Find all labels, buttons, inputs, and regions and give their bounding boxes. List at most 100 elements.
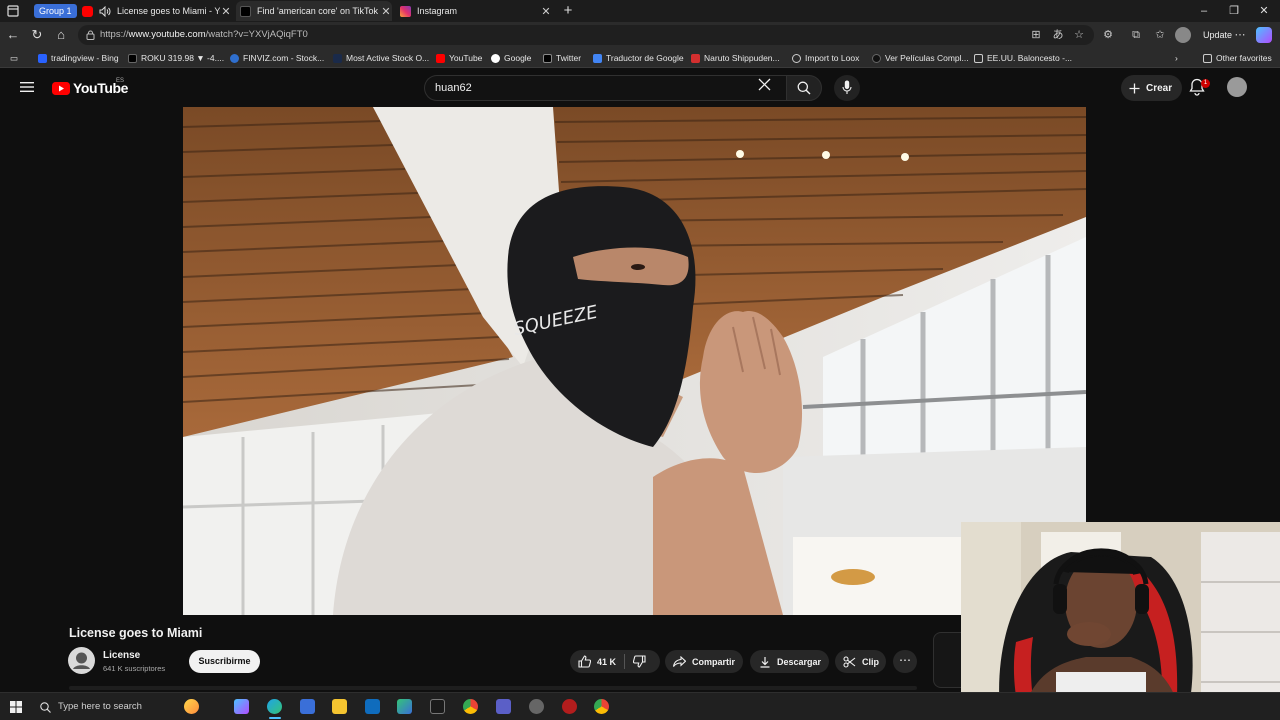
more-actions-button[interactable]: ⋯: [893, 650, 917, 673]
home-button[interactable]: ⌂: [53, 27, 69, 43]
tab-close-icon[interactable]: ✕: [380, 5, 392, 18]
refresh-button[interactable]: ↻: [29, 27, 45, 43]
folder-icon: [1203, 53, 1212, 63]
extensions-icon[interactable]: ⚙: [1100, 27, 1116, 43]
subscribe-button[interactable]: Suscribirme: [189, 650, 260, 673]
bookmark-roku[interactable]: ROKU 319.98 ▼ -4....: [128, 52, 224, 64]
bookmark-baloncesto[interactable]: EE.UU. Baloncesto -...: [974, 52, 1072, 64]
copilot-icon[interactable]: [234, 699, 249, 714]
split-screen-icon[interactable]: ⧉: [1128, 27, 1144, 43]
other-favorites[interactable]: Other favorites: [1203, 52, 1272, 64]
share-button[interactable]: Compartir: [665, 650, 743, 673]
account-avatar[interactable]: [1227, 77, 1247, 97]
tab-group-chip[interactable]: Group 1: [34, 4, 77, 18]
share-label: Compartir: [692, 656, 736, 667]
streaming-site-icon: [691, 53, 700, 63]
more-menu-icon[interactable]: ⋯: [1232, 27, 1248, 43]
bookmark-twitter[interactable]: Twitter: [543, 52, 581, 64]
read-aloud-icon[interactable]: あ: [1050, 27, 1066, 43]
windows-taskbar: Type here to search: [0, 692, 1280, 720]
tab-title: Instagram: [417, 6, 458, 16]
minimize-button[interactable]: –: [1194, 3, 1214, 19]
finviz-icon: [230, 53, 239, 63]
bookmark-peliculas[interactable]: Ver Películas Compl...: [872, 52, 969, 64]
clip-label: Clip: [862, 656, 879, 667]
region-code: ES: [116, 78, 125, 84]
window-menu-icon[interactable]: [6, 4, 20, 18]
tab-title: License goes to Miami - You: [117, 6, 220, 16]
hamburger-menu-icon[interactable]: [20, 81, 34, 93]
dislike-button[interactable]: [633, 655, 652, 668]
plus-icon: [1129, 83, 1140, 93]
bookmarks-bar: ▭ tradingview - Bing ROKU 319.98 ▼ -4...…: [0, 48, 1280, 68]
address-input[interactable]: https://www.youtube.com/watch?v=YXVjAQiq…: [78, 25, 1094, 45]
file-explorer-icon[interactable]: [332, 699, 347, 714]
search-highlight-icon[interactable]: [184, 699, 199, 714]
chrome-icon-2[interactable]: [594, 699, 609, 714]
bookmark-translate[interactable]: Traductor de Google: [593, 52, 684, 64]
bookmark-naruto[interactable]: Naruto Shippuden...: [691, 52, 780, 64]
like-button[interactable]: 41 K: [578, 655, 616, 668]
bookmark-youtube[interactable]: YouTube: [436, 52, 482, 64]
channel-name[interactable]: License: [103, 650, 140, 661]
download-button[interactable]: Descargar: [750, 650, 829, 673]
instagram-favicon-icon: [400, 5, 411, 17]
bookmark-tradingview[interactable]: tradingview - Bing: [38, 52, 119, 64]
windows-start-icon[interactable]: [10, 701, 22, 713]
search-icon: [40, 702, 51, 713]
tab-close-icon[interactable]: ✕: [540, 5, 552, 18]
bookmark-google[interactable]: Google: [491, 52, 531, 64]
favorites-icon[interactable]: ✩: [1152, 27, 1168, 43]
copilot-icon[interactable]: [1256, 27, 1272, 43]
recorder-icon[interactable]: [562, 699, 577, 714]
close-window-button[interactable]: ✕: [1254, 3, 1274, 19]
tab-close-icon[interactable]: ✕: [220, 5, 232, 18]
page-icon: [974, 53, 983, 63]
create-button[interactable]: Crear: [1121, 75, 1183, 101]
restore-button[interactable]: ❐: [1224, 3, 1244, 19]
favorite-star-icon[interactable]: ☆: [1071, 27, 1087, 43]
speaker-icon[interactable]: [99, 5, 111, 17]
webcam-frame: [961, 522, 1280, 720]
edge-browser-icon[interactable]: [267, 699, 282, 714]
calculator-icon[interactable]: [496, 699, 511, 714]
store-icon[interactable]: [300, 699, 315, 714]
profile-avatar-icon[interactable]: [1175, 27, 1191, 43]
back-button[interactable]: ←: [5, 27, 21, 43]
bookmark-finviz[interactable]: FINVIZ.com - Stock...: [230, 52, 324, 64]
app-available-icon[interactable]: ⊞: [1028, 27, 1044, 43]
lock-icon[interactable]: [86, 30, 95, 40]
search-input[interactable]: huan62: [424, 75, 786, 101]
clip-button[interactable]: Clip: [835, 650, 886, 673]
subscriber-count: 641 K suscriptores: [103, 664, 166, 673]
video-player[interactable]: SQUEEZE: [183, 107, 1086, 615]
bookmarks-toggle-icon[interactable]: ▭: [10, 52, 18, 64]
widgets-icon[interactable]: [397, 699, 412, 714]
sidebar-card[interactable]: [933, 632, 961, 688]
active-app-indicator: [269, 717, 281, 719]
tab-youtube[interactable]: License goes to Miami - You ✕: [78, 1, 232, 21]
chevron-right-icon[interactable]: ›: [1175, 52, 1178, 64]
voice-search-button[interactable]: [834, 75, 860, 101]
bookmark-most-active[interactable]: Most Active Stock O...: [333, 52, 429, 64]
clear-search-icon[interactable]: [758, 78, 771, 91]
chrome-icon[interactable]: [463, 699, 478, 714]
tradingview-icon: [128, 53, 137, 63]
download-label: Descargar: [777, 656, 822, 667]
channel-avatar[interactable]: [68, 647, 95, 674]
settings-gear-icon[interactable]: [529, 699, 544, 714]
tab-tiktok[interactable]: Find 'american core' on TikTok | T ✕: [236, 1, 392, 21]
youtube-favicon-icon: [82, 5, 93, 17]
translate-icon: [593, 53, 602, 63]
tab-instagram[interactable]: Instagram ✕: [396, 1, 552, 21]
search-button[interactable]: [786, 75, 822, 101]
youtube-header: YouTube ES huan62 Crear: [0, 69, 1280, 107]
channel-logo-icon: [68, 647, 95, 674]
outlook-icon[interactable]: [365, 699, 380, 714]
like-count: 41 K: [597, 656, 617, 667]
video-title: License goes to Miami: [69, 626, 203, 640]
globe-icon: [792, 53, 801, 63]
tradingview-app-icon[interactable]: [430, 699, 445, 714]
bookmark-loox[interactable]: Import to Loox: [792, 52, 859, 64]
new-tab-button[interactable]: +: [558, 3, 578, 19]
